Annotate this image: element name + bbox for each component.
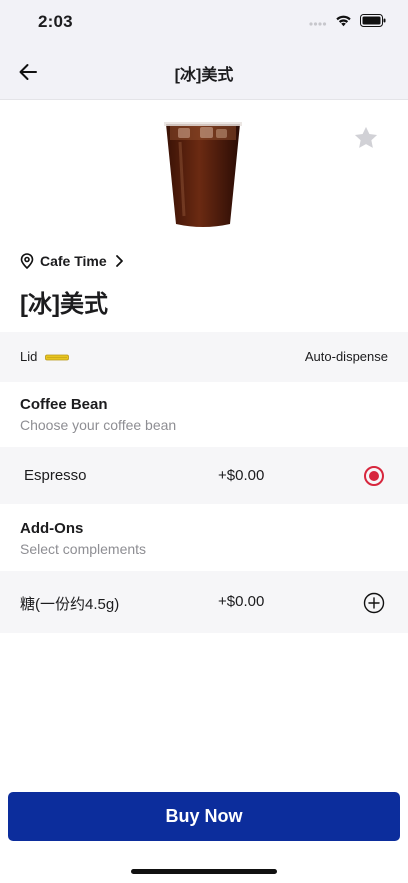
cellular-icon xyxy=(309,14,327,32)
plus-circle-icon xyxy=(363,592,385,614)
add-on-label: 糖(一份约4.5g) xyxy=(20,596,120,613)
coffee-bean-title: Coffee Bean xyxy=(20,396,108,413)
add-ons-subtitle: Select complements xyxy=(20,541,147,557)
coffee-bean-option[interactable]: Espresso +$0.00 xyxy=(0,447,408,504)
add-sugar-button[interactable] xyxy=(363,592,385,614)
wifi-icon xyxy=(335,14,352,32)
favorite-button[interactable] xyxy=(352,124,380,152)
coffee-bean-subtitle: Choose your coffee bean xyxy=(20,417,177,433)
page-title: [冰]美式 xyxy=(174,67,234,84)
add-ons-title: Add-Ons xyxy=(20,520,84,537)
store-name: Cafe Time xyxy=(40,253,107,269)
lid-icon xyxy=(45,354,69,361)
lid-row: Lid Auto-dispense xyxy=(0,332,408,382)
add-on-option: 糖(一份约4.5g) +$0.00 xyxy=(0,571,408,633)
location-pin-icon xyxy=(20,253,34,269)
home-indicator xyxy=(131,869,277,874)
product-image xyxy=(164,122,242,227)
status-icons xyxy=(309,14,386,32)
status-bar: 2:03 xyxy=(0,0,408,44)
radio-selected[interactable] xyxy=(364,466,384,486)
nav-bar: [冰]美式 xyxy=(0,44,408,100)
lid-label: Lid xyxy=(20,349,38,364)
chevron-right-icon xyxy=(115,255,123,267)
option-price: +$0.00 xyxy=(218,467,265,484)
status-time: 2:03 xyxy=(38,12,73,31)
option-label: Espresso xyxy=(24,467,87,484)
lid-value: Auto-dispense xyxy=(304,349,388,364)
add-on-price: +$0.00 xyxy=(218,593,265,610)
radio-dot xyxy=(369,471,379,481)
product-name: [冰]美式 xyxy=(20,291,108,318)
battery-icon xyxy=(360,14,386,32)
star-icon xyxy=(354,126,378,148)
buy-now-button[interactable]: Buy Now xyxy=(8,792,400,841)
store-selector[interactable]: Cafe Time xyxy=(20,253,125,269)
